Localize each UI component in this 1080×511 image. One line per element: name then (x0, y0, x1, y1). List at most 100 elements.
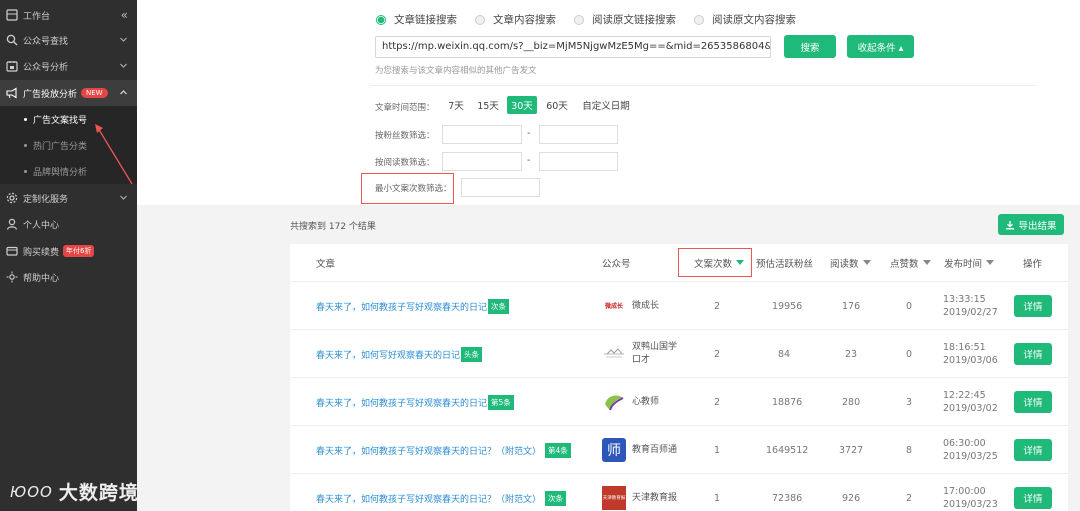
detail-button[interactable]: 详情 (1014, 391, 1052, 413)
action-cell: 详情 (1014, 378, 1052, 426)
reads-cell: 176 (842, 300, 861, 312)
account-name: 双鸭山国学口才 (632, 342, 678, 365)
reads-cell: 926 (842, 492, 861, 504)
account-name: 心教师 (632, 396, 660, 407)
watermark-logo: ЮОО (10, 482, 53, 501)
time-option-custom[interactable]: 自定义日期 (578, 96, 634, 114)
detail-button[interactable]: 详情 (1014, 487, 1052, 509)
action-cell: 详情 (1014, 282, 1052, 330)
table-row: 春天来了，如何教孩子写好观察春天的日记？（附范文） 第4条 师 教育百师通 1 1… (290, 425, 1068, 473)
publish-time-cell: 06:30:00 2019/03/25 (943, 426, 998, 474)
radio-source-content-search[interactable]: 阅读原文内容搜索 (694, 12, 796, 27)
export-label: 导出结果 (1018, 220, 1057, 232)
radio-label: 阅读原文内容搜索 (712, 14, 796, 26)
account-cell[interactable]: 微成长 微成长 (602, 282, 684, 330)
col-header-action: 操作 (1023, 258, 1043, 270)
account-logo (602, 342, 626, 366)
col-header-label: 阅读数 (830, 258, 859, 270)
time-option-7d[interactable]: 7天 (443, 96, 469, 114)
active-fans-cell: 18876 (772, 396, 803, 408)
col-header-publish-time[interactable]: 发布时间 (944, 244, 995, 281)
account-cell[interactable]: 师 教育百师通 (602, 426, 684, 474)
copies-cell: 2 (714, 300, 721, 312)
article-link[interactable]: 春天来了，如何教孩子写好观察春天的日记？（附范文） (316, 492, 541, 505)
fans-max-input[interactable] (539, 125, 618, 144)
position-tag: 第4条 (545, 442, 571, 458)
account-name: 天津教育报 (632, 492, 678, 503)
active-fans-cell: 72386 (772, 492, 803, 504)
radio-source-link-search[interactable]: 阅读原文链接搜索 (574, 12, 676, 27)
position-tag: 次条 (545, 490, 567, 506)
account-cell[interactable]: 心教师 (602, 378, 684, 426)
likes-cell: 3 (906, 396, 913, 408)
logo-text: 师 (607, 443, 621, 459)
export-button[interactable]: 导出结果 (998, 214, 1064, 235)
min-copy-input[interactable] (461, 178, 540, 197)
range-dash: - (527, 155, 531, 166)
article-cell: 春天来了，如何教孩子写好观察春天的日记 次条 (316, 282, 510, 330)
copies-cell: 1 (714, 492, 721, 504)
collapse-filters-button[interactable]: 收起条件 ▴ (847, 35, 914, 58)
account-cell[interactable]: 双鸭山国学口才 (602, 330, 684, 378)
publish-time-cell: 13:33:15 2019/02/27 (943, 282, 998, 330)
divider (370, 85, 1036, 86)
article-link[interactable]: 春天来了，如何写好观察春天的日记 (316, 348, 460, 361)
publish-time-cell: 12:22:45 2019/03/02 (943, 378, 998, 426)
detail-button[interactable]: 详情 (1014, 439, 1052, 461)
time-option-15d[interactable]: 15天 (474, 96, 502, 114)
account-name: 教育百师通 (632, 444, 678, 455)
active-fans-cell: 84 (778, 348, 791, 360)
col-header-active-fans: 预估活跃粉丝 (756, 258, 814, 270)
publish-date: 2019/02/27 (943, 307, 998, 318)
reads-cell: 23 (845, 348, 858, 360)
fans-min-input[interactable] (442, 125, 522, 144)
account-logo (602, 390, 626, 414)
publish-date: 2019/03/25 (943, 451, 998, 462)
account-logo: 微成长 (602, 294, 626, 318)
logo-text: 天津教育报 (602, 496, 626, 501)
reads-min-input[interactable] (442, 152, 522, 171)
time-option-60d[interactable]: 60天 (542, 96, 572, 114)
article-link[interactable]: 春天来了，如何教孩子写好观察春天的日记 (316, 396, 487, 409)
publish-time: 06:30:00 (943, 438, 986, 449)
reads-max-input[interactable] (539, 152, 618, 171)
watermark-text: 大数跨境 (58, 482, 139, 504)
col-header-label: 点赞数 (890, 258, 919, 270)
detail-button[interactable]: 详情 (1014, 295, 1052, 317)
publish-date: 2019/03/06 (943, 355, 998, 366)
radio-article-content-search[interactable]: 文章内容搜索 (475, 12, 556, 27)
col-header-article: 文章 (316, 258, 336, 270)
sort-icon (922, 260, 931, 265)
col-header-reads[interactable]: 阅读数 (830, 244, 871, 281)
position-tag: 头条 (461, 346, 483, 362)
article-url-input[interactable]: https://mp.weixin.qq.com/s?__biz=MjM5Njg… (375, 36, 771, 58)
position-tag: 第5条 (488, 394, 514, 410)
radio-icon (376, 14, 386, 25)
logo-text: 微成长 (604, 302, 623, 310)
active-fans-cell: 19956 (772, 300, 803, 312)
active-fans-cell: 1649512 (766, 444, 809, 456)
col-header-likes[interactable]: 点赞数 (890, 244, 931, 281)
results-table: 文章 公众号 文案次数 预估活跃粉丝 阅读数 点赞数 发布时间 操作 春天来了，… (290, 244, 1068, 511)
fans-filter-label: 按粉丝数筛选： (375, 131, 435, 141)
highlight-box (678, 248, 752, 277)
search-mode-group: 文章链接搜索 文章内容搜索 阅读原文链接搜索 阅读原文内容搜索 (376, 12, 814, 27)
account-logo: 天津教育报 (602, 486, 626, 510)
table-row: 春天来了，如何写好观察春天的日记 头条 双鸭山国学口才 2 84 23 0 18:… (290, 329, 1068, 377)
min-copy-filter-label: 最小文案次数筛选： (375, 184, 452, 194)
search-hint: 为您搜索与该文章内容相似的其他广告发文 (375, 66, 537, 76)
article-link[interactable]: 春天来了，如何教孩子写好观察春天的日记 (316, 300, 487, 313)
likes-cell: 2 (906, 492, 913, 504)
leaf-logo-icon (605, 395, 624, 411)
article-link[interactable]: 春天来了，如何教孩子写好观察春天的日记？（附范文） (316, 444, 541, 457)
time-range-label: 文章时间范围： (375, 103, 435, 113)
time-option-30d[interactable]: 30天 (507, 96, 537, 114)
likes-cell: 8 (906, 444, 913, 456)
account-cell[interactable]: 天津教育报 天津教育报 (602, 474, 684, 511)
col-header-account: 公众号 (602, 258, 631, 270)
publish-time-cell: 17:00:00 2019/03/23 (943, 474, 998, 511)
table-row: 春天来了，如何教孩子写好观察春天的日记？（附范文） 次条 天津教育报 天津教育报 … (290, 473, 1068, 511)
detail-button[interactable]: 详情 (1014, 343, 1052, 365)
search-button[interactable]: 搜索 (784, 35, 836, 58)
radio-article-link-search[interactable]: 文章链接搜索 (376, 12, 457, 27)
